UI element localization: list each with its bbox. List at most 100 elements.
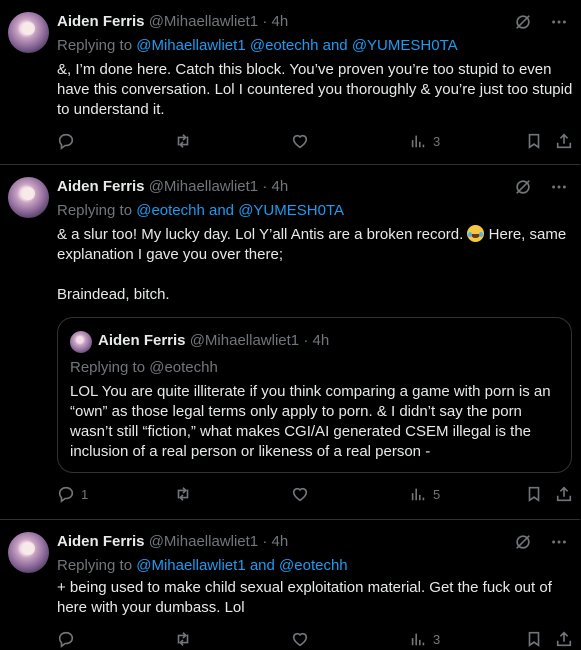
author-name[interactable]: Aiden Ferris bbox=[57, 13, 145, 30]
grok-icon[interactable] bbox=[514, 533, 532, 551]
tweet-top-actions bbox=[514, 178, 568, 196]
retweet-icon bbox=[177, 487, 189, 501]
face-with-tears-of-joy-icon bbox=[467, 225, 485, 242]
like-button[interactable] bbox=[291, 132, 309, 150]
retweet-icon bbox=[177, 632, 189, 646]
grok-icon[interactable] bbox=[514, 13, 532, 31]
reply-mention-link[interactable]: @eotechh bbox=[250, 37, 319, 54]
bookmark-button[interactable] bbox=[525, 485, 543, 503]
bookmark-button[interactable] bbox=[525, 132, 543, 150]
tweet-text: &, I’m done here. Catch this block. You’… bbox=[57, 60, 575, 120]
like-button[interactable] bbox=[291, 485, 309, 503]
tweet[interactable]: Aiden Ferris @Mihaellawliet1 · 4h Replyi… bbox=[0, 165, 580, 520]
replying-to-label: Replying to bbox=[57, 557, 133, 574]
avatar[interactable] bbox=[8, 532, 49, 573]
quoted-timestamp: 4h bbox=[312, 332, 330, 349]
quoted-header: Aiden Ferris @Mihaellawliet1 · 4h bbox=[98, 331, 329, 351]
views-icon bbox=[411, 633, 425, 646]
grok-icon[interactable] bbox=[514, 178, 532, 196]
replying-to-label: Replying to bbox=[57, 202, 133, 219]
bookmark-icon bbox=[528, 486, 540, 502]
avatar[interactable] bbox=[8, 12, 49, 53]
share-icon bbox=[556, 133, 572, 149]
retweet-button[interactable] bbox=[174, 485, 192, 503]
like-icon bbox=[292, 632, 308, 647]
tweet-actions: 1 5 bbox=[57, 485, 573, 505]
reply-icon bbox=[58, 631, 74, 648]
reply-mention-link[interactable]: @Mihaellawliet1 bbox=[136, 557, 245, 574]
reply-mention-link[interactable]: @eotechh bbox=[136, 202, 205, 219]
quoted-tweet[interactable]: Aiden Ferris @Mihaellawliet1 · 4h Replyi… bbox=[57, 317, 572, 473]
views-button[interactable]: 3 bbox=[409, 132, 440, 150]
tweet-text: & a slur too! My lucky day. Lol Y’all An… bbox=[57, 225, 575, 305]
author-handle[interactable]: @Mihaellawliet1 bbox=[149, 533, 258, 550]
share-icon bbox=[556, 631, 572, 647]
tweet-top-actions bbox=[514, 13, 568, 31]
share-button[interactable] bbox=[555, 132, 573, 150]
timestamp[interactable]: 4h bbox=[272, 13, 289, 30]
bookmark-button[interactable] bbox=[525, 630, 543, 648]
like-icon bbox=[292, 134, 308, 149]
reply-mention-link[interactable]: @YUMESH0TA bbox=[352, 37, 458, 54]
bookmark-icon bbox=[528, 133, 540, 149]
reply-and[interactable]: and bbox=[323, 37, 348, 54]
views-count: 5 bbox=[433, 486, 441, 502]
tweet-top-actions bbox=[514, 533, 568, 551]
quoted-avatar bbox=[70, 331, 92, 353]
quoted-author-name: Aiden Ferris bbox=[98, 332, 186, 349]
more-icon[interactable] bbox=[550, 13, 568, 31]
views-count: 3 bbox=[433, 133, 441, 149]
reply-icon bbox=[58, 486, 74, 503]
views-button[interactable]: 5 bbox=[409, 485, 440, 503]
reply-count: 1 bbox=[81, 486, 89, 502]
tweet-actions: 3 bbox=[57, 630, 573, 650]
separator-dot: · bbox=[262, 178, 268, 195]
bookmark-icon bbox=[528, 631, 540, 647]
reply-mention-link[interactable]: @Mihaellawliet1 bbox=[136, 37, 245, 54]
quoted-replying-to: Replying to @eotechh bbox=[70, 359, 218, 376]
replying-to: Replying to @eotechh and @YUMESH0TA bbox=[57, 201, 344, 221]
replying-to: Replying to @Mihaellawliet1 and @eotechh bbox=[57, 556, 348, 576]
views-icon bbox=[411, 488, 425, 501]
tweet-header: Aiden Ferris @Mihaellawliet1 · 4h bbox=[57, 532, 288, 552]
tweet[interactable]: Aiden Ferris @Mihaellawliet1 · 4h Replyi… bbox=[0, 0, 580, 165]
reply-button[interactable] bbox=[57, 630, 81, 648]
share-icon bbox=[556, 486, 572, 502]
more-icon[interactable] bbox=[550, 178, 568, 196]
quoted-text: LOL You are quite illiterate if you thin… bbox=[70, 383, 551, 460]
like-button[interactable] bbox=[291, 630, 309, 648]
retweet-button[interactable] bbox=[174, 132, 192, 150]
timestamp[interactable]: 4h bbox=[272, 178, 289, 195]
reply-and[interactable]: and bbox=[250, 557, 275, 574]
avatar[interactable] bbox=[8, 177, 49, 218]
retweet-icon bbox=[177, 134, 189, 148]
more-icon[interactable] bbox=[550, 533, 568, 551]
tweet-text-paragraph: &, I’m done here. Catch this block. You’… bbox=[57, 61, 573, 118]
timestamp[interactable]: 4h bbox=[272, 533, 289, 550]
tweet-text-paragraph: Braindead, bitch. bbox=[57, 286, 170, 303]
reply-mention-link[interactable]: @YUMESH0TA bbox=[238, 202, 344, 219]
reply-and[interactable]: and bbox=[209, 202, 234, 219]
replying-to-label: Replying to bbox=[57, 37, 133, 54]
separator-dot: · bbox=[303, 332, 309, 349]
tweet[interactable]: Aiden Ferris @Mihaellawliet1 · 4h Replyi… bbox=[0, 520, 580, 648]
share-button[interactable] bbox=[555, 630, 573, 648]
share-button[interactable] bbox=[555, 485, 573, 503]
author-name[interactable]: Aiden Ferris bbox=[57, 178, 145, 195]
reply-button[interactable]: 1 bbox=[57, 485, 88, 503]
tweet-text: + being used to make child sexual exploi… bbox=[57, 578, 575, 618]
replying-to: Replying to @Mihaellawliet1 @eotechh and… bbox=[57, 36, 458, 56]
tweet-text-paragraph: + being used to make child sexual exploi… bbox=[57, 579, 552, 616]
reply-button[interactable] bbox=[57, 132, 81, 150]
author-name[interactable]: Aiden Ferris bbox=[57, 533, 145, 550]
reply-mention-link[interactable]: @eotechh bbox=[279, 557, 348, 574]
author-handle[interactable]: @Mihaellawliet1 bbox=[149, 13, 258, 30]
author-handle[interactable]: @Mihaellawliet1 bbox=[149, 178, 258, 195]
quoted-author-handle: @Mihaellawliet1 bbox=[189, 332, 300, 349]
retweet-button[interactable] bbox=[174, 630, 192, 648]
tweet-header: Aiden Ferris @Mihaellawliet1 · 4h bbox=[57, 177, 288, 197]
tweet-actions: 3 bbox=[57, 132, 573, 152]
like-icon bbox=[292, 487, 308, 502]
views-button[interactable]: 3 bbox=[409, 630, 440, 648]
views-icon bbox=[411, 135, 425, 148]
